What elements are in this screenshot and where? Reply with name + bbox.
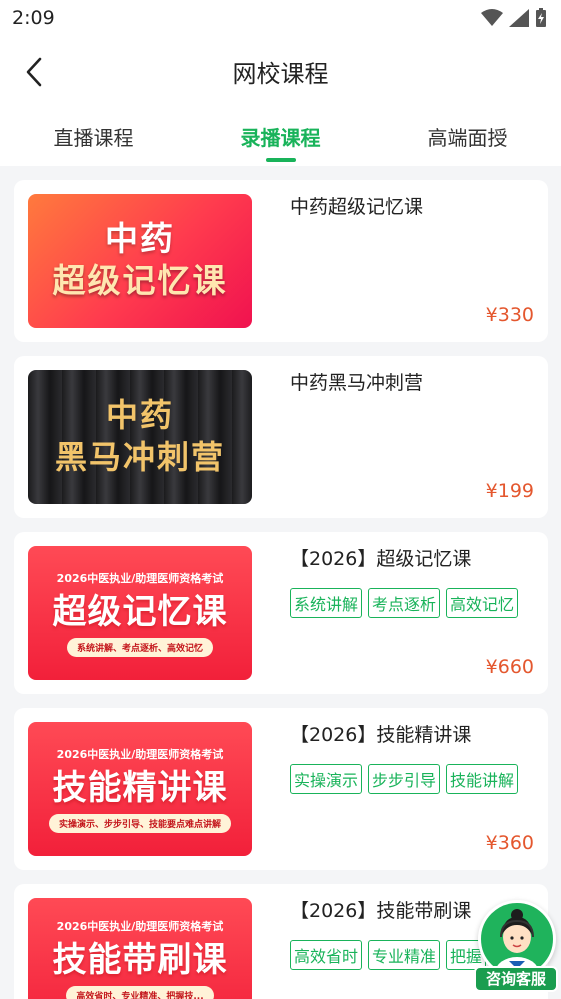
course-tag: 实操演示	[290, 764, 363, 794]
course-card[interactable]: 2026中医执业/助理医师资格考试 技能精讲课 实操演示、步步引导、技能要点难点…	[14, 708, 548, 870]
course-tag: 步步引导	[368, 764, 441, 794]
course-title: 中药黑马冲刺营	[290, 372, 424, 394]
thumb-pill: 高效省时、专业精准、把握技...	[66, 986, 214, 999]
course-price: ¥199	[485, 480, 534, 502]
course-tag: 高效省时	[290, 940, 363, 970]
course-title: 【2026】技能带刷课	[290, 900, 472, 922]
thumb-line1: 中药	[105, 396, 174, 434]
course-thumbnail: 2026中医执业/助理医师资格考试 技能精讲课 实操演示、步步引导、技能要点难点…	[28, 722, 252, 856]
course-thumbnail: 中药 黑马冲刺营	[28, 370, 252, 504]
course-tags: 实操演示 步步引导 技能讲解	[290, 764, 519, 794]
course-tags: 系统讲解 考点逐析 高效记忆	[290, 588, 519, 618]
tab-label: 录播课程	[240, 126, 321, 150]
thumb-main: 技能精讲课	[52, 767, 228, 808]
course-thumbnail: 2026中医执业/助理医师资格考试 技能带刷课 高效省时、专业精准、把握技...	[28, 898, 252, 999]
course-card[interactable]: 中药 超级记忆课 中药超级记忆课 ¥330	[14, 180, 548, 342]
status-time: 2:09	[12, 7, 55, 29]
course-card[interactable]: 中药 黑马冲刺营 中药黑马冲刺营 ¥199	[14, 356, 548, 518]
course-tags: 高效省时 专业精准 把握	[290, 940, 487, 970]
course-price: ¥660	[485, 656, 534, 678]
tab-recorded-courses[interactable]: 录播课程	[187, 104, 374, 166]
page-title: 网校课程	[232, 60, 329, 88]
app-header: 网校课程	[0, 40, 561, 104]
course-card[interactable]: 2026中医执业/助理医师资格考试 超级记忆课 系统讲解、考点逐析、高效记忆 【…	[14, 532, 548, 694]
customer-service-label: 咨询客服	[474, 966, 558, 992]
thumb-subtitle: 2026中医执业/助理医师资格考试	[56, 571, 224, 585]
wifi-icon	[481, 9, 503, 26]
course-tag: 考点逐析	[368, 588, 441, 618]
thumb-subtitle: 2026中医执业/助理医师资格考试	[56, 920, 224, 933]
tab-label: 高端面授	[427, 126, 508, 150]
course-tabs: 直播课程 录播课程 高端面授	[0, 104, 561, 166]
course-title: 【2026】超级记忆课	[290, 548, 472, 570]
thumb-line2: 超级记忆课	[52, 261, 228, 300]
course-title: 中药超级记忆课	[290, 196, 424, 218]
thumb-line2: 黑马冲刺营	[54, 438, 225, 476]
course-title: 【2026】技能精讲课	[290, 724, 472, 746]
cell-signal-icon	[509, 9, 529, 27]
course-price: ¥360	[485, 832, 534, 854]
thumb-main: 技能带刷课	[52, 940, 228, 980]
tab-label: 直播课程	[53, 126, 134, 150]
tab-live-courses[interactable]: 直播课程	[0, 104, 187, 166]
thumb-line1: 中药	[105, 219, 175, 258]
customer-service-button[interactable]: 咨询客服	[474, 898, 558, 996]
tab-premium-classes[interactable]: 高端面授	[374, 104, 561, 166]
course-tag: 系统讲解	[290, 588, 363, 618]
course-card[interactable]: 2026中医执业/助理医师资格考试 技能带刷课 高效省时、专业精准、把握技...…	[14, 884, 548, 999]
course-thumbnail: 中药 超级记忆课	[28, 194, 252, 328]
status-bar: 2:09	[0, 0, 561, 40]
status-icons	[481, 8, 547, 28]
thumb-pill: 实操演示、步步引导、技能要点难点讲解	[48, 813, 231, 833]
thumb-pill: 系统讲解、考点逐析、高效记忆	[66, 637, 213, 657]
course-tag: 高效记忆	[446, 588, 519, 618]
course-tag: 技能讲解	[446, 764, 519, 794]
course-thumbnail: 2026中医执业/助理医师资格考试 超级记忆课 系统讲解、考点逐析、高效记忆	[28, 546, 252, 680]
course-tag: 专业精准	[368, 940, 441, 970]
active-tab-indicator	[265, 158, 296, 162]
battery-charging-icon	[536, 8, 546, 27]
thumb-main: 超级记忆课	[52, 591, 228, 632]
course-price: ¥330	[485, 304, 534, 326]
thumb-subtitle: 2026中医执业/助理医师资格考试	[56, 747, 224, 761]
